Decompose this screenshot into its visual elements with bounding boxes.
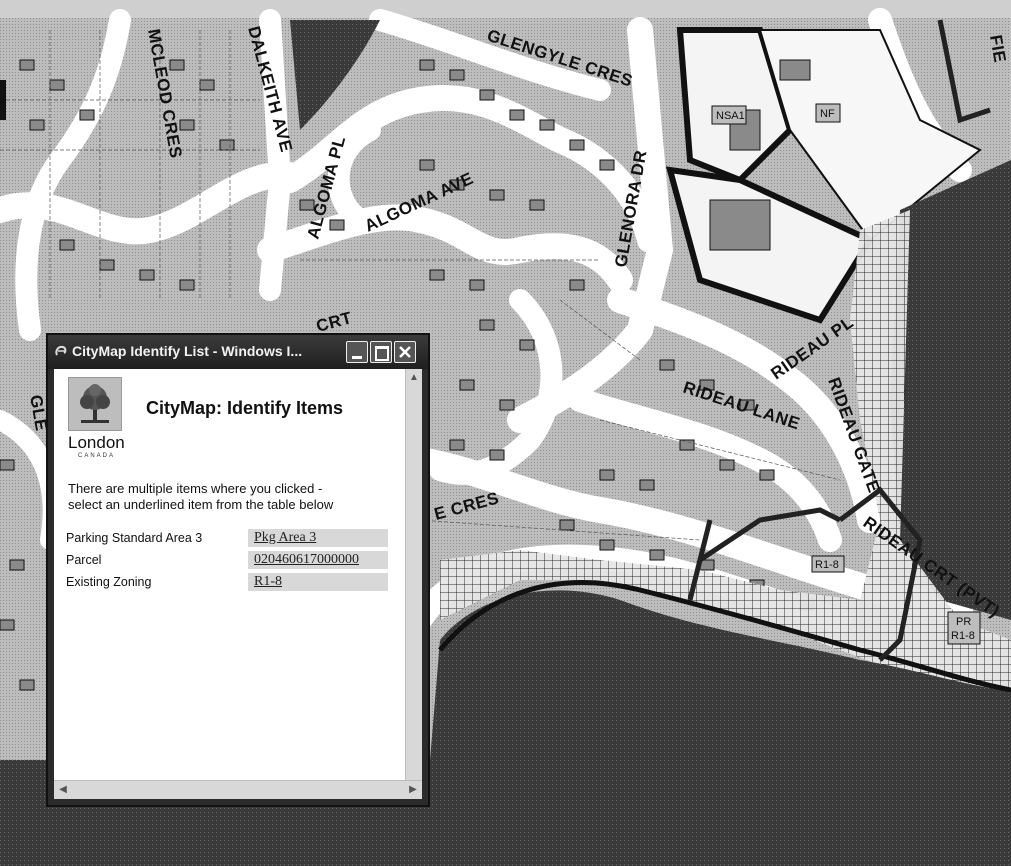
zone-tag: NSA1 (711, 105, 747, 125)
svg-text:R1-8: R1-8 (951, 630, 975, 642)
page-heading: CityMap: Identify Items (146, 398, 344, 418)
svg-text:NF: NF (820, 108, 835, 120)
ie-browser-icon (55, 345, 67, 356)
message-line: There are multiple items where you click… (68, 481, 323, 496)
maximize-button[interactable] (370, 341, 392, 363)
scroll-right-icon[interactable]: ▶ (406, 783, 420, 797)
maximize-icon (375, 346, 389, 361)
table-row: Existing Zoning R1-8 (66, 573, 406, 593)
close-button[interactable] (394, 341, 416, 363)
minimize-button[interactable] (346, 341, 368, 363)
item-label: Parcel (66, 553, 102, 567)
edge-marker (0, 80, 6, 120)
zone-tag: NF (815, 103, 841, 123)
logo-country-name: CANADA (78, 453, 116, 459)
table-row: Parking Standard Area 3 Pkg Area 3 (66, 529, 406, 549)
zone-tag: R1-8 (811, 555, 845, 573)
scroll-up-icon[interactable]: ▲ (407, 371, 421, 385)
window-content: London CANADA CityMap: Identify Items Th… (54, 369, 422, 799)
svg-text:PR: PR (956, 616, 971, 628)
close-icon (399, 346, 411, 358)
top-strip (0, 0, 1011, 18)
vertical-scrollbar[interactable]: ▲ (405, 369, 422, 781)
item-link-pkg-area[interactable]: Pkg Area 3 (248, 529, 388, 547)
window-title: CityMap Identify List - Windows I... (72, 343, 303, 359)
logo-city-name: London (68, 433, 125, 452)
svg-text:NSA1: NSA1 (716, 110, 745, 122)
instruction-message: There are multiple items where you click… (68, 481, 388, 513)
svg-text:R1-8: R1-8 (815, 559, 839, 571)
item-label: Existing Zoning (66, 575, 152, 589)
message-line: select an underlined item from the table… (68, 497, 334, 512)
tree-icon (80, 384, 110, 423)
item-label: Parking Standard Area 3 (66, 531, 203, 545)
scroll-left-icon[interactable]: ◀ (56, 783, 70, 797)
title-bar[interactable]: CityMap Identify List - Windows I... (48, 335, 428, 369)
horizontal-scrollbar[interactable]: ◀ ▶ (54, 780, 422, 799)
identify-list-window[interactable]: CityMap Identify List - Windows I... Lon… (46, 333, 430, 807)
table-row: Parcel 020460617000000 (66, 551, 406, 571)
zone-tag: PR R1-8 (947, 611, 981, 645)
item-link-parcel[interactable]: 020460617000000 (248, 551, 388, 569)
item-link-zoning[interactable]: R1-8 (248, 573, 388, 591)
london-logo (68, 377, 122, 431)
minimize-icon (352, 356, 362, 359)
